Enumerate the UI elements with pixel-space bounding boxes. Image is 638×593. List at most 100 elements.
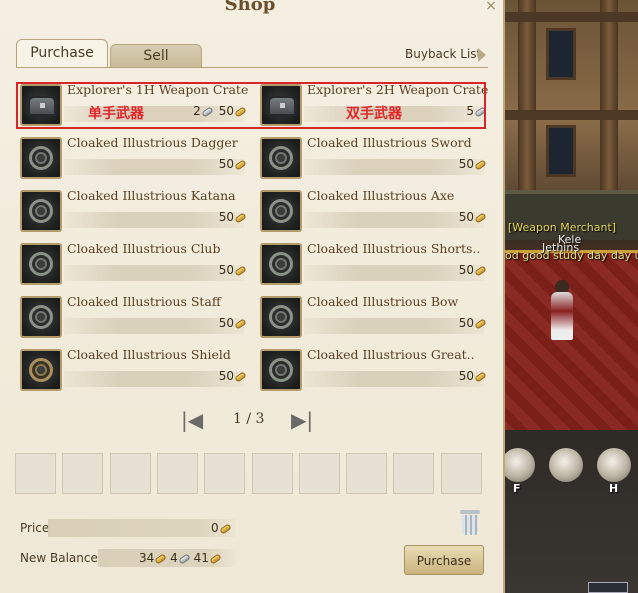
item-price: 50 <box>459 316 487 330</box>
shop-item[interactable]: Cloaked Illustrious Sword 50 <box>260 135 490 185</box>
skill-hotbar: F H <box>501 448 638 498</box>
building-window <box>546 125 576 177</box>
emblem-icon[interactable] <box>260 137 302 179</box>
price-bar <box>48 519 236 537</box>
cart-slot[interactable] <box>298 453 340 494</box>
balance-value: 34 4 41 <box>139 551 222 565</box>
item-price: 50 <box>219 263 247 277</box>
balance-silver-amount: 4 <box>170 551 178 565</box>
buyback-list-link[interactable]: Buyback List <box>405 47 481 61</box>
cart-slot[interactable] <box>251 453 293 494</box>
item-price: 50 <box>458 157 487 171</box>
weapon-merchant-npc[interactable] <box>545 280 579 340</box>
emblem-graphic <box>269 146 293 170</box>
gold-coin-icon <box>474 158 487 171</box>
copper-coin-icon <box>209 552 222 565</box>
emblem-icon[interactable] <box>20 243 62 285</box>
emblem-icon[interactable] <box>20 137 62 179</box>
hammer-skill-icon[interactable] <box>549 448 583 482</box>
wooden-pillar <box>600 0 618 200</box>
cart-slot[interactable] <box>346 453 388 494</box>
item-price-bar <box>64 318 244 334</box>
emblem-icon[interactable] <box>20 190 62 232</box>
bell-skill-icon[interactable] <box>597 448 631 482</box>
item-name: Cloaked Illustrious Staff <box>67 294 221 309</box>
cart-slot[interactable] <box>204 453 246 494</box>
shop-item[interactable]: Cloaked Illustrious Katana 50 <box>20 188 250 238</box>
cart-slot[interactable] <box>440 453 482 494</box>
trash-icon[interactable] <box>460 510 480 536</box>
shop-item[interactable]: Cloaked Illustrious Dagger 50 <box>20 135 250 185</box>
tab-purchase[interactable]: Purchase <box>16 39 108 68</box>
price-gold-amount: 0 <box>211 521 219 535</box>
cart-slot[interactable] <box>109 453 151 494</box>
floor-rug <box>500 250 638 430</box>
emblem-graphic <box>29 199 53 223</box>
new-balance-label: New Balance <box>20 551 98 565</box>
item-price: 50 <box>218 210 247 224</box>
price-value: 0 <box>211 521 232 535</box>
gold-amount: 50 <box>458 157 474 171</box>
gold-coin-icon <box>234 158 247 171</box>
map-icon[interactable] <box>588 582 628 593</box>
title-bar[interactable]: Shop <box>180 0 320 20</box>
emblem-graphic <box>269 305 293 329</box>
last-page-icon[interactable]: ▶| <box>291 410 313 432</box>
item-name: Cloaked Illustrious Great.. <box>307 347 475 362</box>
emblem-icon[interactable] <box>260 296 302 338</box>
emblem-graphic <box>269 358 293 382</box>
shop-item[interactable]: Cloaked Illustrious Staff 50 <box>20 294 250 344</box>
cart-slot[interactable] <box>393 453 435 494</box>
gold-coin-icon <box>218 522 232 535</box>
item-price-bar <box>64 265 244 281</box>
shop-item[interactable]: Cloaked Illustrious Axe 50 <box>260 188 490 238</box>
cart-slot[interactable] <box>15 453 56 494</box>
item-name: Cloaked Illustrious Shield <box>67 347 231 362</box>
item-name: Cloaked Illustrious Shorts.. <box>307 241 481 256</box>
gold-coin-icon <box>234 370 247 383</box>
wooden-beam <box>500 110 638 120</box>
purchase-button[interactable]: Purchase <box>404 545 484 575</box>
item-price-bar <box>304 318 484 334</box>
bell-skill-icon[interactable] <box>501 448 535 482</box>
cart-slot[interactable] <box>156 453 198 494</box>
emblem-icon[interactable] <box>260 190 302 232</box>
annotation-highlight-box <box>16 82 486 129</box>
item-price-bar <box>304 265 484 281</box>
item-name: Cloaked Illustrious Club <box>67 241 221 256</box>
annotation-label: 双手武器 <box>346 106 402 122</box>
window-title: Shop <box>224 0 276 15</box>
gold-coin-icon <box>474 211 487 224</box>
emblem-graphic <box>29 305 53 329</box>
item-price: 50 <box>218 157 247 171</box>
gold-amount: 50 <box>218 316 234 330</box>
gold-amount: 50 <box>218 157 234 171</box>
item-price-bar <box>64 371 244 387</box>
shop-item[interactable]: Cloaked Illustrious Great.. 50 <box>260 347 490 397</box>
emblem-icon[interactable] <box>260 349 302 391</box>
first-page-icon[interactable]: |◀ <box>181 410 203 432</box>
emblem-graphic <box>269 252 293 276</box>
emblem-icon[interactable] <box>20 296 62 338</box>
emblem-icon[interactable] <box>260 243 302 285</box>
gold-amount: 50 <box>458 369 474 383</box>
balance-gold-amount: 34 <box>139 551 155 565</box>
gold-coin-icon <box>234 317 247 330</box>
wooden-pillar <box>518 0 536 200</box>
shop-item[interactable]: Cloaked Illustrious Shorts.. 50 <box>260 241 490 291</box>
cart-slot[interactable] <box>62 453 104 494</box>
gold-coin-icon <box>474 370 487 383</box>
chevron-right-icon[interactable] <box>478 48 486 62</box>
close-icon[interactable]: × <box>482 0 500 14</box>
gold-amount: 50 <box>218 210 234 224</box>
shop-item[interactable]: Cloaked Illustrious Shield 50 <box>20 347 250 397</box>
tab-sell[interactable]: Sell <box>110 44 202 67</box>
gold-coin-icon <box>234 211 247 224</box>
emblem-graphic <box>29 358 53 382</box>
shop-item[interactable]: Cloaked Illustrious Bow 50 <box>260 294 490 344</box>
gold-coin-icon <box>474 264 487 277</box>
shield-emblem-icon[interactable] <box>20 349 62 391</box>
npc-chat-bubble: od good study day day up <box>505 249 638 262</box>
shop-item[interactable]: Cloaked Illustrious Club 50 <box>20 241 250 291</box>
emblem-graphic <box>29 146 53 170</box>
